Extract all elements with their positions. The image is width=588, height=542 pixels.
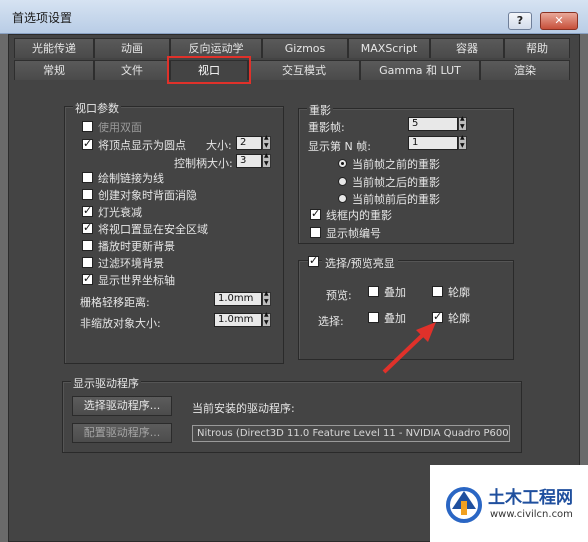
- nth-frame-field[interactable]: 1: [408, 136, 458, 150]
- installed-driver-label: 当前安装的驱动程序:: [192, 402, 295, 415]
- ghost-frames-label: 重影帧:: [308, 121, 345, 134]
- handle-size-field[interactable]: 3: [236, 154, 262, 168]
- filter-background-label: 过滤环境背景: [98, 257, 164, 270]
- ghost-both-label: 当前帧前后的重影: [352, 193, 440, 206]
- vertex-dots-checkbox[interactable]: [82, 137, 93, 150]
- preview-label: 预览:: [326, 289, 352, 302]
- safe-region-checkbox[interactable]: [82, 221, 93, 234]
- backface-cull-label: 创建对象时背面消隐: [98, 189, 197, 202]
- ghost-after-label: 当前帧之后的重影: [352, 176, 440, 189]
- non-scaling-field[interactable]: 1.0mm: [214, 313, 262, 327]
- nth-frame-spinner-arrows[interactable]: [458, 134, 467, 150]
- ghost-frames-field[interactable]: 5: [408, 117, 458, 131]
- highlight-title: 选择/预览亮显: [322, 255, 398, 271]
- ghost-wireframe-label: 线框内的重影: [326, 209, 392, 222]
- selection-overlay-checkbox[interactable]: [368, 312, 379, 323]
- grid-nudge-spinner-arrows[interactable]: [262, 290, 271, 306]
- tab-files[interactable]: 文件: [94, 60, 170, 80]
- update-background-label: 播放时更新背景: [98, 240, 175, 253]
- update-background-checkbox[interactable]: [82, 240, 93, 251]
- tab-help[interactable]: 帮助: [504, 38, 570, 58]
- world-axis-label: 显示世界坐标轴: [98, 274, 175, 287]
- tab-interaction-mode[interactable]: 交互模式: [248, 60, 360, 80]
- tab-maxscript[interactable]: MAXScript: [348, 38, 430, 58]
- grid-nudge-field[interactable]: 1.0mm: [214, 292, 262, 306]
- handle-size-spinner-arrows[interactable]: [262, 152, 271, 168]
- watermark-url: www.civilcn.com: [490, 509, 573, 520]
- watermark-name: 土木工程网: [488, 488, 573, 508]
- nth-frame-label: 显示第 N 帧:: [308, 140, 371, 153]
- tab-general[interactable]: 常规: [14, 60, 94, 80]
- civilcn-logo-icon: [446, 487, 482, 523]
- handle-size-label: 控制柄大小:: [174, 157, 233, 170]
- use-dual-planes-label: 使用双面: [98, 121, 142, 134]
- tab-inverse-kinematics[interactable]: 反向运动学: [170, 38, 262, 58]
- light-attenuation-checkbox[interactable]: [82, 204, 93, 217]
- ghosting-title: 重影: [307, 102, 333, 118]
- close-button[interactable]: ✕: [540, 12, 578, 30]
- configure-driver-button[interactable]: 配置驱动程序...: [72, 423, 172, 443]
- help-button[interactable]: ?: [508, 12, 532, 30]
- show-frame-numbers-checkbox[interactable]: [310, 227, 321, 238]
- non-scaling-label: 非缩放对象大小:: [80, 317, 161, 330]
- grid-nudge-label: 栅格轻移距离:: [80, 296, 150, 309]
- tab-gizmos[interactable]: Gizmos: [262, 38, 348, 58]
- size-spinner-arrows[interactable]: [262, 134, 271, 150]
- watermark: 土木工程网 www.civilcn.com: [430, 465, 588, 542]
- non-scaling-spinner-arrows[interactable]: [262, 311, 271, 327]
- ghost-frames-spinner-arrows[interactable]: [458, 115, 467, 131]
- backface-cull-checkbox[interactable]: [82, 189, 93, 200]
- safe-region-label: 将视口置显在安全区域: [98, 223, 208, 236]
- installed-driver-field: Nitrous (Direct3D 11.0 Feature Level 11 …: [192, 425, 510, 442]
- selection-label: 选择:: [318, 315, 344, 328]
- tab-gamma-lut[interactable]: Gamma 和 LUT: [360, 60, 480, 80]
- draw-links-checkbox[interactable]: [82, 172, 93, 183]
- tab-animation[interactable]: 动画: [94, 38, 170, 58]
- annotation-arrow-icon: [382, 322, 436, 374]
- size-label: 大小:: [206, 139, 232, 152]
- window-titlebar: 首选项设置 ? ✕: [0, 0, 588, 34]
- vertex-dots-label: 将顶点显示为圆点: [98, 139, 186, 152]
- world-axis-checkbox[interactable]: [82, 272, 93, 285]
- choose-driver-button[interactable]: 选择驱动程序...: [72, 396, 172, 416]
- tab-radiosity[interactable]: 光能传递: [14, 38, 94, 58]
- preview-overlay-label: 叠加: [384, 286, 406, 299]
- draw-links-label: 绘制链接为线: [98, 172, 164, 185]
- show-frame-numbers-label: 显示帧编号: [326, 227, 381, 240]
- tab-rendering[interactable]: 渲染: [480, 60, 570, 80]
- ghost-wireframe-checkbox[interactable]: [310, 207, 321, 220]
- viewport-params-title: 视口参数: [73, 100, 121, 116]
- display-driver-title: 显示驱动程序: [71, 375, 141, 391]
- size-value-field[interactable]: 2: [236, 136, 262, 150]
- use-dual-planes-checkbox[interactable]: [82, 121, 93, 132]
- ghost-after-radio[interactable]: [338, 177, 347, 186]
- highlight-enable-checkbox[interactable]: [308, 254, 319, 267]
- selection-outline-label: 轮廓: [448, 312, 470, 325]
- ghost-before-label: 当前帧之前的重影: [352, 158, 440, 171]
- tab-containers[interactable]: 容器: [430, 38, 504, 58]
- filter-background-checkbox[interactable]: [82, 257, 93, 268]
- preview-outline-checkbox[interactable]: [432, 286, 443, 297]
- preview-overlay-checkbox[interactable]: [368, 286, 379, 297]
- ghost-before-radio[interactable]: [338, 159, 347, 168]
- preview-outline-label: 轮廓: [448, 286, 470, 299]
- active-tab-highlight: [167, 56, 251, 84]
- light-attenuation-label: 灯光衰减: [98, 206, 142, 219]
- ghost-both-radio[interactable]: [338, 194, 347, 203]
- window-title: 首选项设置: [12, 11, 73, 25]
